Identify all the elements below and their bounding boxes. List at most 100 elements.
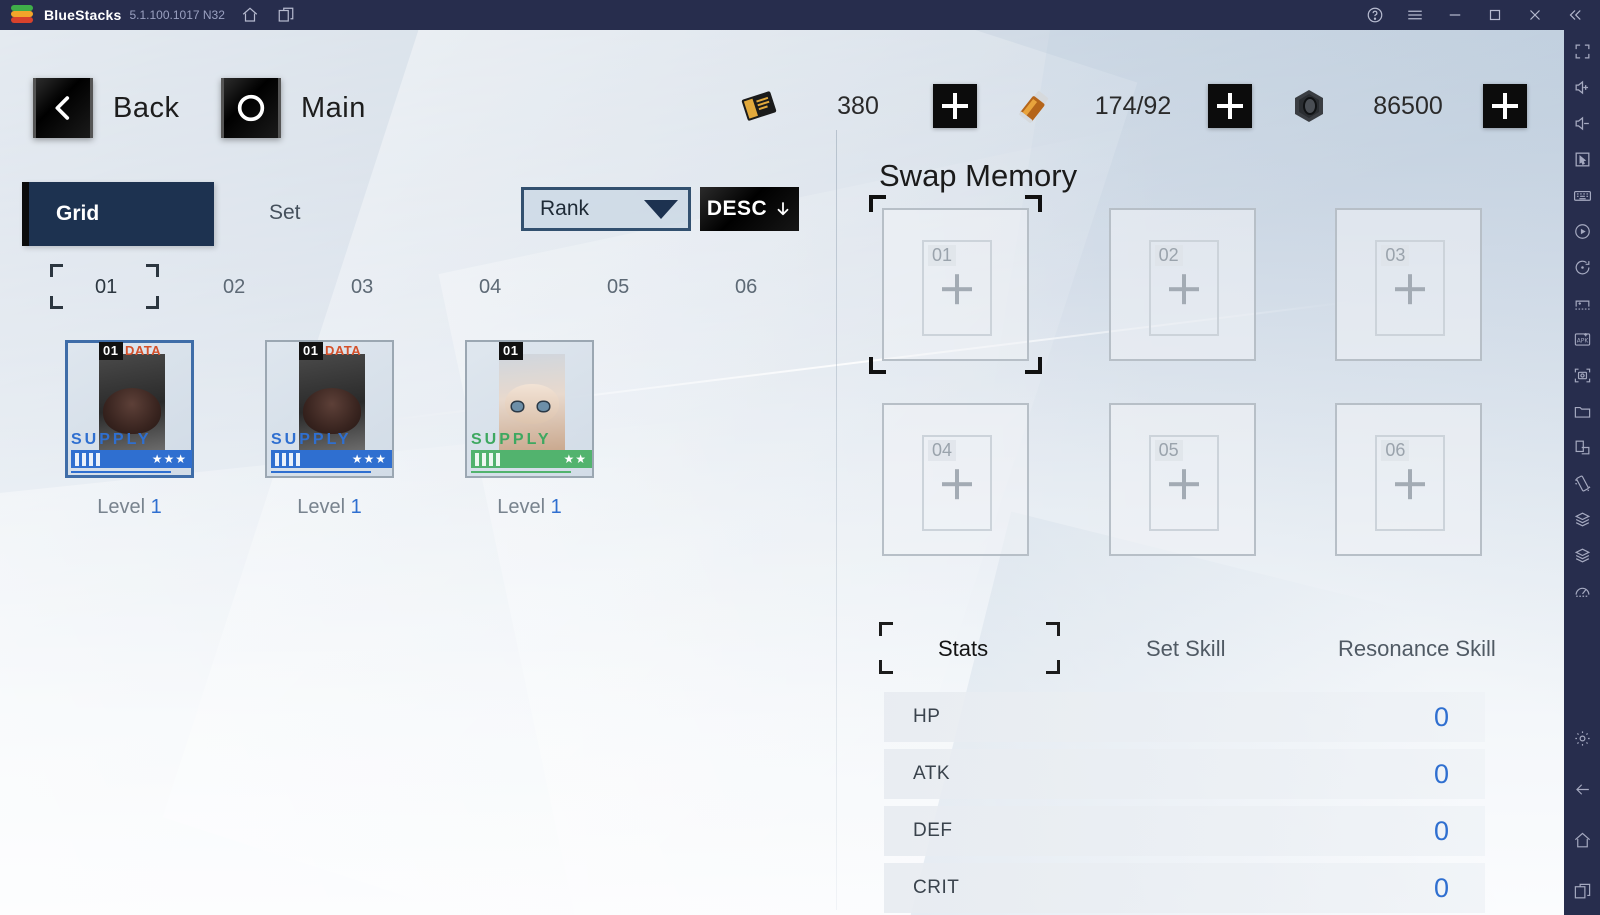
recents-icon[interactable] — [1573, 882, 1592, 901]
back-label: Back — [113, 91, 180, 124]
tab-grid[interactable]: Grid — [22, 182, 214, 246]
card-type-label: SUPPLY — [471, 431, 552, 448]
sort-field-label: Rank — [540, 197, 590, 220]
swap-slot-02[interactable]: 02 — [1104, 203, 1261, 366]
help-icon[interactable] — [1366, 6, 1384, 24]
swap-slot-05[interactable]: 05 — [1104, 398, 1261, 561]
nut-value: 86500 — [1373, 91, 1443, 120]
slot-number-02[interactable]: 02 — [223, 276, 245, 299]
app-version: 5.1.100.1017 N32 — [129, 8, 225, 22]
bluestacks-logo-icon — [11, 4, 33, 26]
plus-icon — [942, 93, 968, 119]
settings-icon[interactable] — [1573, 729, 1592, 748]
plus-icon — [1217, 93, 1243, 119]
macro-record-icon[interactable] — [1573, 222, 1592, 241]
chevron-left-icon — [33, 78, 93, 138]
memory-card[interactable]: 01 SUPPLY ★★ Level 1 — [465, 340, 594, 519]
menu-icon[interactable] — [1406, 6, 1424, 24]
slot-number-01[interactable]: 01 — [95, 276, 117, 299]
stat-name: CRIT — [913, 877, 960, 898]
collapse-icon[interactable] — [1566, 6, 1584, 24]
keyboard-icon[interactable] — [1573, 186, 1592, 205]
back-icon[interactable] — [1573, 780, 1592, 799]
slot-number-04[interactable]: 04 — [479, 276, 501, 299]
close-icon[interactable] — [1526, 6, 1544, 24]
bluestacks-sidebar: APK — [1564, 30, 1600, 915]
volume-up-icon[interactable] — [1573, 78, 1592, 97]
stat-row: HP 0 — [884, 692, 1485, 742]
card-level-prefix: Level — [297, 496, 346, 518]
slot-number-05[interactable]: 05 — [607, 276, 629, 299]
circle-icon — [221, 78, 281, 138]
tab-resonance-skill[interactable]: Resonance Skill — [1338, 636, 1496, 662]
card-level: Level 1 — [265, 496, 394, 519]
multi-instance-icon[interactable] — [277, 6, 295, 24]
tab-set[interactable]: Set — [214, 182, 394, 244]
minimize-icon[interactable] — [1446, 6, 1464, 24]
home-icon[interactable] — [241, 6, 259, 24]
plus-icon — [1492, 93, 1518, 119]
vial-value: 174/92 — [1094, 91, 1172, 120]
tab-set-label: Set — [269, 201, 301, 224]
stat-value: 0 — [1433, 758, 1449, 789]
swap-slot-number: 03 — [1381, 245, 1410, 266]
gamepad-icon[interactable] — [1573, 294, 1592, 313]
fullscreen-icon[interactable] — [1573, 42, 1592, 61]
stat-value: 0 — [1433, 815, 1449, 846]
tab-stats[interactable]: Stats — [938, 636, 988, 662]
card-level: Level 1 — [65, 496, 194, 519]
swap-memory-title: Swap Memory — [879, 158, 1078, 193]
swap-slot-01[interactable]: 01 — [869, 195, 1042, 374]
swap-slot-06[interactable]: 06 — [1330, 398, 1487, 561]
memory-card[interactable]: 01 DATA SUPPLY ★★★ Level 1 — [65, 340, 194, 519]
card-rank-bar: ★★★ — [71, 450, 192, 468]
volume-down-icon[interactable] — [1573, 114, 1592, 133]
swap-slot-number: 01 — [928, 245, 957, 266]
maximize-icon[interactable] — [1486, 6, 1504, 24]
stat-value: 0 — [1433, 872, 1449, 903]
card-data-label: DATA — [125, 343, 162, 358]
multi-window-icon[interactable] — [1573, 438, 1592, 457]
layers-icon[interactable] — [1573, 546, 1592, 565]
sort-field-dropdown[interactable]: Rank — [521, 187, 691, 231]
card-rank-bar: ★★ — [471, 450, 592, 468]
tab-set-skill[interactable]: Set Skill — [1146, 636, 1225, 662]
rotate-icon[interactable] — [1573, 258, 1592, 277]
amber-vial-icon — [1010, 82, 1058, 130]
back-button[interactable]: Back — [33, 78, 179, 138]
cursor-icon[interactable] — [1573, 150, 1592, 169]
pane-divider — [836, 130, 837, 910]
package-icon[interactable] — [1573, 510, 1592, 529]
add-gold-button[interactable] — [933, 84, 977, 128]
plus-icon — [1168, 469, 1199, 500]
slot-number-03[interactable]: 03 — [351, 276, 373, 299]
add-nut-button[interactable] — [1483, 84, 1527, 128]
stat-value: 0 — [1433, 701, 1449, 732]
slot-number-strip: 01 02 03 04 05 06 — [40, 264, 820, 310]
screenshot-icon[interactable] — [1573, 366, 1592, 385]
plus-icon — [1168, 274, 1199, 305]
stat-name: HP — [913, 706, 941, 727]
plus-icon — [942, 469, 972, 500]
stat-row: ATK 0 — [884, 749, 1485, 799]
card-level-prefix: Level — [97, 496, 146, 518]
main-button[interactable]: Main — [221, 78, 366, 138]
home-icon[interactable] — [1573, 831, 1592, 850]
performance-icon[interactable] — [1573, 582, 1592, 601]
swap-memory-slots: 01 02 03 04 05 06 — [869, 195, 1487, 561]
currency-gold: 380 — [735, 82, 977, 130]
card-stars: ★★★ — [151, 452, 187, 466]
card-data-label: DATA — [325, 343, 362, 358]
shake-icon[interactable] — [1573, 474, 1592, 493]
card-level-value: 1 — [350, 496, 362, 518]
swap-slot-04[interactable]: 04 — [877, 398, 1034, 561]
add-vial-button[interactable] — [1208, 84, 1252, 128]
sort-direction-button[interactable]: DESC — [700, 187, 799, 231]
install-apk-icon[interactable]: APK — [1573, 330, 1592, 349]
media-folder-icon[interactable] — [1573, 402, 1592, 421]
card-level: Level 1 — [465, 496, 594, 519]
slot-number-06[interactable]: 06 — [735, 276, 757, 299]
swap-slot-03[interactable]: 03 — [1330, 203, 1487, 366]
stat-list: HP 0 ATK 0 DEF 0 CRIT 0 — [884, 692, 1485, 915]
memory-card[interactable]: 01 DATA SUPPLY ★★★ Level 1 — [265, 340, 394, 519]
